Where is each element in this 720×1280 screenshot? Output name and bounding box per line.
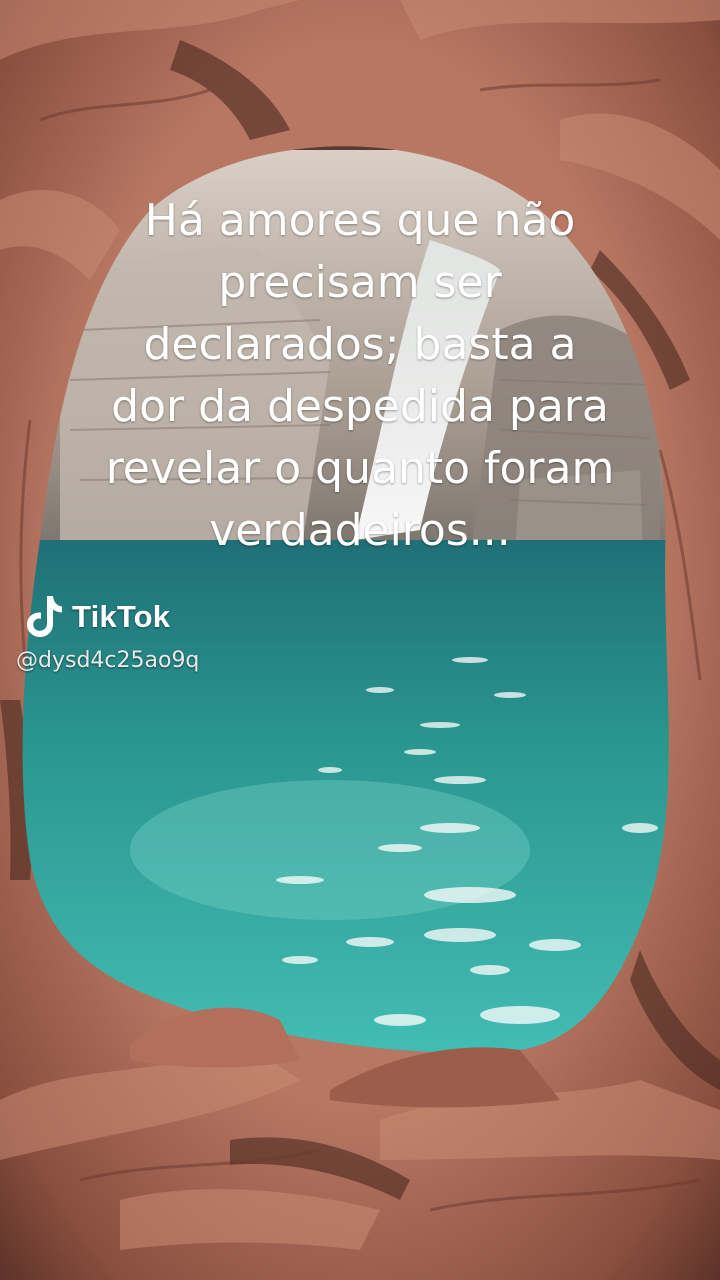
caption-line: verdadeiros... [209, 505, 511, 556]
tiktok-watermark: TikTok [24, 592, 170, 642]
video-caption: Há amores que não precisam ser declarado… [30, 190, 690, 562]
caption-line: dor da despedida para [111, 381, 609, 432]
tiktok-note-icon [27, 596, 62, 637]
tiktok-brand-text: TikTok [72, 599, 171, 634]
caption-line: Há amores que não [144, 195, 576, 246]
caption-line: revelar o quanto foram [105, 443, 615, 494]
caption-line: declarados; basta a [143, 319, 577, 370]
creator-username: @dysd4c25ao9q [16, 648, 200, 673]
caption-line: precisam ser [218, 257, 502, 308]
